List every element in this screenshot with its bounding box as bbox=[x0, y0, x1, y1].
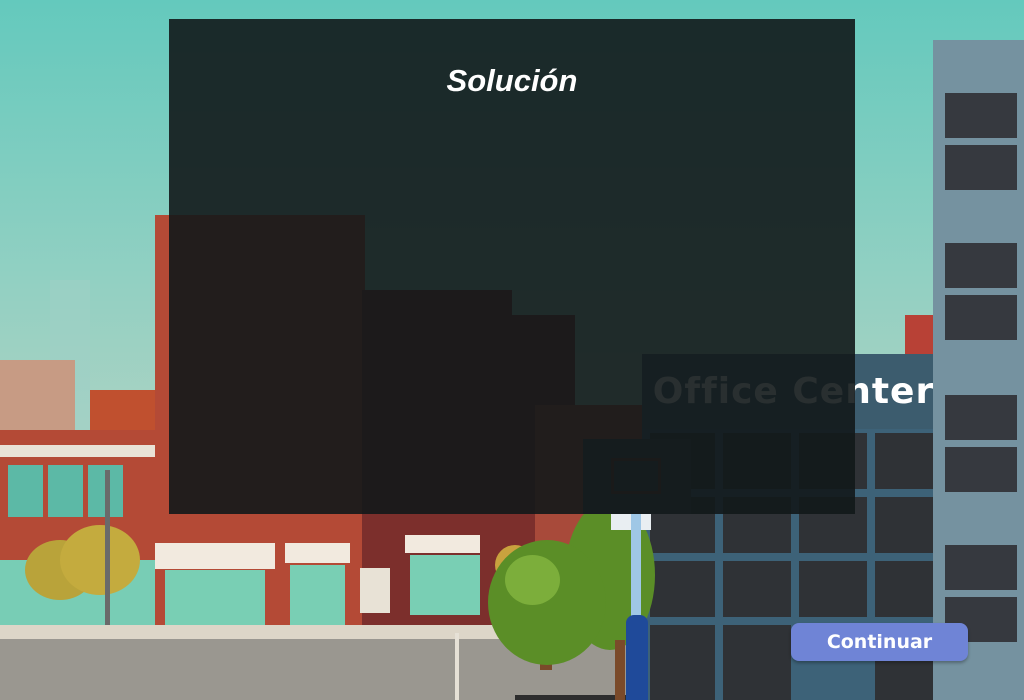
office-window bbox=[650, 625, 715, 700]
office-window bbox=[723, 625, 791, 700]
tower-window bbox=[945, 295, 1017, 340]
shop-window bbox=[290, 565, 345, 625]
shop-cornice bbox=[0, 445, 155, 457]
awning bbox=[285, 543, 350, 563]
tree-trunk bbox=[615, 640, 625, 700]
shop-window bbox=[165, 570, 265, 625]
awning bbox=[405, 535, 480, 553]
awning bbox=[155, 543, 275, 569]
shop-window bbox=[410, 555, 480, 615]
tower-window bbox=[945, 395, 1017, 440]
shop-window bbox=[8, 465, 43, 517]
shop-window bbox=[48, 465, 83, 517]
continue-button[interactable]: Continuar bbox=[791, 623, 968, 661]
office-window bbox=[875, 433, 937, 489]
office-window bbox=[650, 561, 715, 617]
road-marking bbox=[455, 633, 459, 700]
office-window bbox=[875, 497, 937, 553]
office-window bbox=[875, 561, 937, 617]
tree bbox=[505, 555, 560, 605]
sign-board bbox=[360, 568, 390, 613]
hoop-base bbox=[626, 615, 648, 700]
tower-window bbox=[945, 93, 1017, 138]
tower-window bbox=[945, 145, 1017, 190]
office-window bbox=[799, 561, 867, 617]
tower-window bbox=[945, 545, 1017, 590]
tower-window bbox=[945, 447, 1017, 492]
solution-title: Solución bbox=[446, 63, 578, 98]
office-window bbox=[723, 561, 791, 617]
street-lamp bbox=[105, 470, 110, 625]
hoop-pole bbox=[631, 514, 641, 619]
tree bbox=[60, 525, 140, 595]
solution-panel: Solución bbox=[169, 19, 855, 514]
tower-window bbox=[945, 243, 1017, 288]
